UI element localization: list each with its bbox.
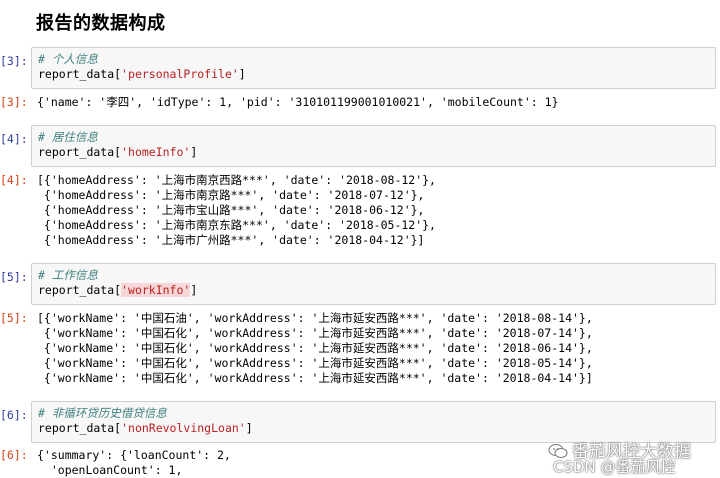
code-key-string: 'nonRevolvingLoan' <box>121 421 246 435</box>
code-call: report_data[ <box>38 67 122 81</box>
code-call: report_data[ <box>38 145 122 159</box>
output-line: 'openLoanCount': 1, <box>37 463 183 477</box>
code-call-close: ] <box>190 145 198 159</box>
code-statement: report_data['personalProfile'] <box>38 67 709 82</box>
code-key-string: 'workInfo' <box>121 283 191 297</box>
code-cell-5[interactable]: # 工作信息 report_data['workInfo'] <box>31 263 716 305</box>
output-area-6: {'summary': {'loanCount': 2, 'openLoanCo… <box>37 448 231 478</box>
code-key-string: 'personalProfile' <box>121 67 239 81</box>
code-call-close: ] <box>245 421 253 435</box>
output-line: {'workName': '中国石化', 'workAddress': '上海市… <box>37 341 593 355</box>
code-cell-3[interactable]: # 个人信息 report_data['personalProfile'] <box>31 47 716 89</box>
code-comment: # 非循环贷历史借贷信息 <box>38 406 167 420</box>
output-line: {'summary': {'loanCount': 2, <box>37 448 231 462</box>
output-prompt-6: [6]: <box>0 448 28 462</box>
output-area-4: [{'homeAddress': '上海市南京西路***', 'date': '… <box>37 173 436 248</box>
input-prompt-6: [6]: <box>0 408 28 422</box>
output-prompt-3: [3]: <box>0 95 28 109</box>
output-line: {'homeAddress': '上海市宝山路***', 'date': '20… <box>37 203 425 217</box>
output-line: {'homeAddress': '上海市广州路***', 'date': '20… <box>37 233 425 247</box>
output-line: [{'workName': '中国石油', 'workAddress': '上海… <box>37 311 593 325</box>
code-statement: report_data['workInfo'] <box>38 283 709 298</box>
notebook-heading: 报告的数据构成 <box>36 13 166 34</box>
input-prompt-3: [3]: <box>0 54 28 68</box>
code-statement: report_data['nonRevolvingLoan'] <box>38 421 709 436</box>
output-line: {'workName': '中国石化', 'workAddress': '上海市… <box>37 371 593 385</box>
code-call-close: ] <box>238 67 246 81</box>
code-call: report_data[ <box>38 283 122 297</box>
input-prompt-4: [4]: <box>0 132 28 146</box>
output-line: [{'homeAddress': '上海市南京西路***', 'date': '… <box>37 173 436 187</box>
output-line: {'homeAddress': '上海市南京东路***', 'date': '2… <box>37 218 436 232</box>
output-prompt-5: [5]: <box>0 311 28 325</box>
output-line: {'name': '李四', 'idType': 1, 'pid': '3101… <box>37 95 559 109</box>
code-call-close: ] <box>190 283 198 297</box>
code-key-string: 'homeInfo' <box>121 145 191 159</box>
code-cell-4[interactable]: # 居住信息 report_data['homeInfo'] <box>31 125 716 167</box>
output-line: {'workName': '中国石化', 'workAddress': '上海市… <box>37 356 593 370</box>
code-comment: # 工作信息 <box>38 268 98 282</box>
output-prompt-4: [4]: <box>0 173 28 187</box>
input-prompt-5: [5]: <box>0 270 28 284</box>
code-comment: # 个人信息 <box>38 52 98 66</box>
csdn-watermark: CSDN @番茄风控 <box>553 458 676 476</box>
code-comment: # 居住信息 <box>38 130 98 144</box>
code-statement: report_data['homeInfo'] <box>38 145 709 160</box>
output-line: {'workName': '中国石化', 'workAddress': '上海市… <box>37 326 593 340</box>
output-area-3: {'name': '李四', 'idType': 1, 'pid': '3101… <box>37 95 559 110</box>
code-call: report_data[ <box>38 421 122 435</box>
output-area-5: [{'workName': '中国石油', 'workAddress': '上海… <box>37 311 593 386</box>
output-line: {'homeAddress': '上海市南京路***', 'date': '20… <box>37 188 425 202</box>
